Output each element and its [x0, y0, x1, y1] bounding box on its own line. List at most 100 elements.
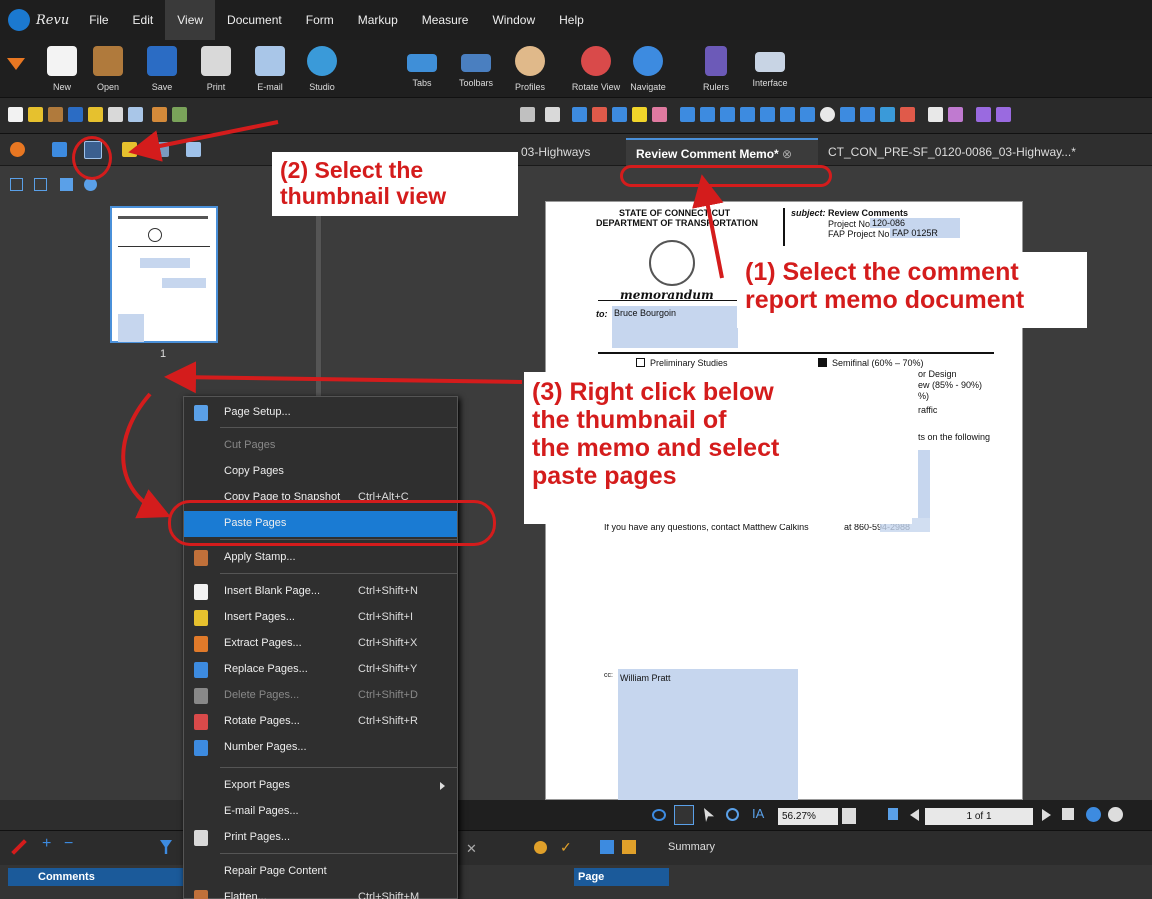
select-cursor-icon[interactable] — [704, 808, 714, 822]
menu-item-flatten[interactable]: Flatten... Ctrl+Shift+M — [184, 885, 457, 899]
hand-pan-icon[interactable] — [674, 805, 694, 825]
semifinal-checkbox[interactable] — [818, 358, 827, 367]
page-thumbnail[interactable] — [110, 206, 218, 343]
highlight-tool-icon[interactable] — [592, 107, 607, 122]
tabs-button[interactable]: Tabs — [392, 44, 452, 96]
toolbars-button[interactable]: Toolbars — [446, 44, 506, 96]
menu-item-insert-pages[interactable]: Insert Pages... Ctrl+Shift+I — [184, 605, 457, 631]
measure-angle-icon[interactable] — [948, 107, 963, 122]
flag-tool-icon[interactable] — [996, 107, 1011, 122]
menu-item-repair-page-content[interactable]: Repair Page Content — [184, 859, 457, 885]
cloud-plus-tool-icon[interactable] — [860, 107, 875, 122]
fap-field[interactable]: FAP 0125R — [890, 228, 960, 238]
tab-highways-doc[interactable]: 03-Highways — [511, 138, 600, 166]
summary-doc-icon[interactable] — [622, 840, 636, 854]
stack-tab-icon[interactable] — [154, 142, 169, 157]
eraser-tool-icon[interactable] — [652, 107, 667, 122]
print-small-icon[interactable] — [108, 107, 123, 122]
menu-help[interactable]: Help — [547, 0, 596, 40]
arc-tool-icon[interactable] — [720, 107, 735, 122]
pen-tool-icon[interactable] — [612, 107, 627, 122]
menu-item-delete-pages[interactable]: Delete Pages... Ctrl+Shift+D — [184, 683, 457, 709]
prev-page-icon[interactable] — [910, 809, 919, 821]
line-tool-icon[interactable] — [680, 107, 695, 122]
add-icon[interactable]: + — [42, 835, 51, 853]
highlighter-tool-icon[interactable] — [632, 107, 647, 122]
polyline-tool-icon[interactable] — [760, 107, 775, 122]
arrow-tool-icon[interactable] — [700, 107, 715, 122]
menu-file[interactable]: File — [77, 0, 120, 40]
menu-markup[interactable]: Markup — [346, 0, 410, 40]
menu-item-number-pages[interactable]: Number Pages... — [184, 735, 457, 761]
interface-button[interactable]: Interface — [740, 44, 800, 96]
close-tab-icon[interactable]: ⊗ — [782, 147, 792, 161]
save-button[interactable]: Save — [132, 44, 192, 96]
menu-item-export-pages[interactable]: Export Pages — [184, 773, 457, 799]
menu-form[interactable]: Form — [294, 0, 346, 40]
menu-item-e-mail-pages[interactable]: E-mail Pages... — [184, 799, 457, 825]
new-doc-icon[interactable] — [8, 107, 23, 122]
markup-pen-icon[interactable] — [11, 839, 27, 855]
zoom-dropdown-button[interactable] — [842, 808, 856, 824]
check-icon[interactable]: ✓ — [560, 839, 572, 856]
back-view-icon[interactable] — [1086, 807, 1101, 822]
pin-tab-icon[interactable] — [52, 142, 67, 157]
remove-icon[interactable]: − — [64, 835, 73, 853]
measure-line-icon[interactable] — [928, 107, 943, 122]
menu-window[interactable]: Window — [480, 0, 547, 40]
ellipse-tool-icon[interactable] — [820, 107, 835, 122]
zoom-icon[interactable] — [726, 808, 739, 821]
print-button[interactable]: Print — [186, 44, 246, 96]
image-tool-icon[interactable] — [545, 107, 560, 122]
polygon-tool-icon[interactable] — [740, 107, 755, 122]
page-column-header[interactable]: Page — [574, 868, 669, 886]
folder-small-icon[interactable] — [48, 107, 63, 122]
filter-icon[interactable] — [160, 840, 172, 854]
tab-review-comment-memo[interactable]: Review Comment Memo* ⊗ — [626, 138, 818, 166]
open-doc-icon[interactable] — [28, 107, 43, 122]
edit-small-icon[interactable] — [172, 107, 187, 122]
studio-button[interactable]: Studio — [292, 44, 352, 96]
summary-button[interactable]: Summary — [668, 841, 715, 853]
stamp-small-icon[interactable] — [152, 107, 167, 122]
text-tool-icon[interactable] — [572, 107, 587, 122]
quick-menu-button[interactable] — [2, 44, 30, 96]
layers-tab-icon[interactable] — [122, 142, 137, 157]
email-small-icon[interactable] — [128, 107, 143, 122]
menu-measure[interactable]: Measure — [410, 0, 481, 40]
prelim-checkbox[interactable] — [636, 358, 645, 367]
project-no-field[interactable]: 120-086 — [870, 218, 960, 228]
menu-document[interactable]: Document — [215, 0, 294, 40]
comments-field[interactable] — [918, 450, 930, 518]
rulers-button[interactable]: Rulers — [686, 44, 746, 96]
settings-gear-icon[interactable] — [534, 841, 547, 854]
image-insert-icon[interactable] — [880, 107, 895, 122]
comments-column-header[interactable]: Comments — [8, 868, 183, 886]
to-field[interactable]: Bruce Bourgoin — [612, 306, 738, 348]
pan-tab-icon[interactable] — [10, 142, 25, 157]
menu-item-insert-blank-page[interactable]: Insert Blank Page... Ctrl+Shift+N — [184, 579, 457, 605]
close-x-icon[interactable] — [520, 107, 535, 122]
menu-item-replace-pages[interactable]: Replace Pages... Ctrl+Shift+Y — [184, 657, 457, 683]
properties-tab-icon[interactable] — [186, 142, 201, 157]
collapse-icon[interactable] — [10, 178, 23, 191]
markup-list-icon[interactable] — [600, 840, 614, 854]
last-page-icon[interactable] — [1062, 808, 1074, 820]
menu-item-page-setup[interactable]: Page Setup... — [184, 400, 457, 426]
save-small-icon[interactable] — [68, 107, 83, 122]
snapshot-icon[interactable] — [900, 107, 915, 122]
next-page-icon[interactable] — [1042, 809, 1051, 821]
menu-item-apply-stamp[interactable]: Apply Stamp... — [184, 545, 457, 571]
text-select-icon[interactable]: IA — [752, 806, 764, 821]
expand-icon[interactable] — [34, 178, 47, 191]
first-page-icon[interactable] — [888, 808, 898, 820]
lasso-icon[interactable] — [652, 809, 666, 821]
menu-item-extract-pages[interactable]: Extract Pages... Ctrl+Shift+X — [184, 631, 457, 657]
open-button[interactable]: Open — [78, 44, 138, 96]
menu-view[interactable]: View — [165, 0, 216, 40]
shape-tool-icon[interactable] — [840, 107, 855, 122]
menu-item-print-pages[interactable]: Print Pages... — [184, 825, 457, 851]
menu-edit[interactable]: Edit — [121, 0, 166, 40]
forward-view-icon[interactable] — [1108, 807, 1123, 822]
zoom-level-input[interactable]: 56.27% — [778, 808, 838, 825]
